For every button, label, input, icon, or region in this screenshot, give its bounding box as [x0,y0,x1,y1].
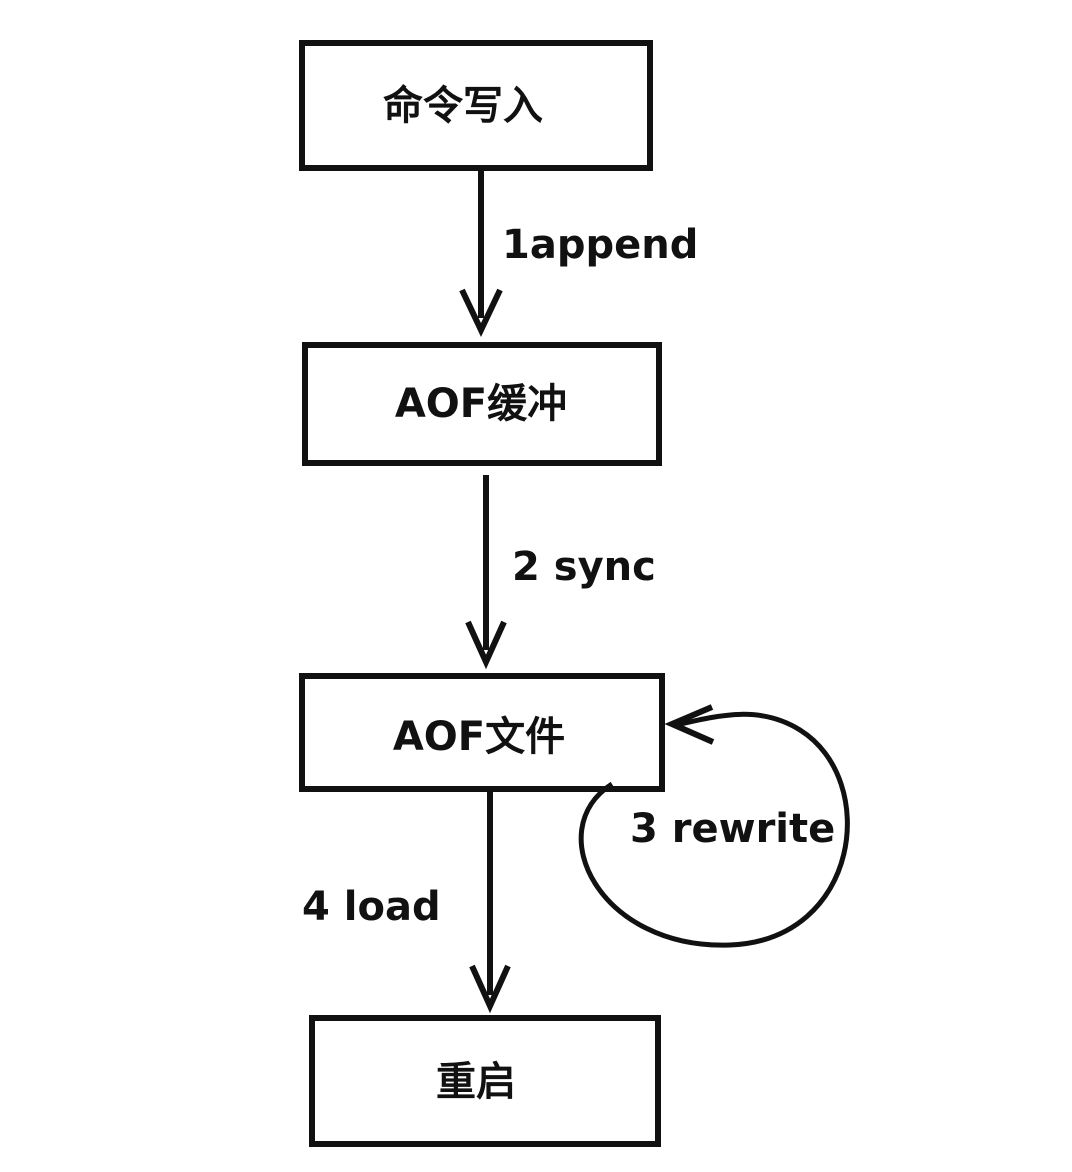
load-label: 4 load [302,884,441,930]
append-label: 1append [502,222,698,268]
load-arrow [469,791,511,1014]
aof-flow-diagram: 命令写入 AOF缓冲 AOF文件 重启 1append 2 sync 3 rew… [299,40,850,1147]
aof-buffer-label: AOF缓冲 [395,381,567,427]
append-arrow [459,170,503,337]
aof-file-label: AOF文件 [393,714,565,760]
sync-label: 2 sync [512,544,656,590]
restart-label: 重启 [436,1059,516,1105]
rewrite-label: 3 rewrite [630,806,835,852]
command-write-label: 命令写入 [383,83,543,129]
sync-arrow [465,475,507,670]
